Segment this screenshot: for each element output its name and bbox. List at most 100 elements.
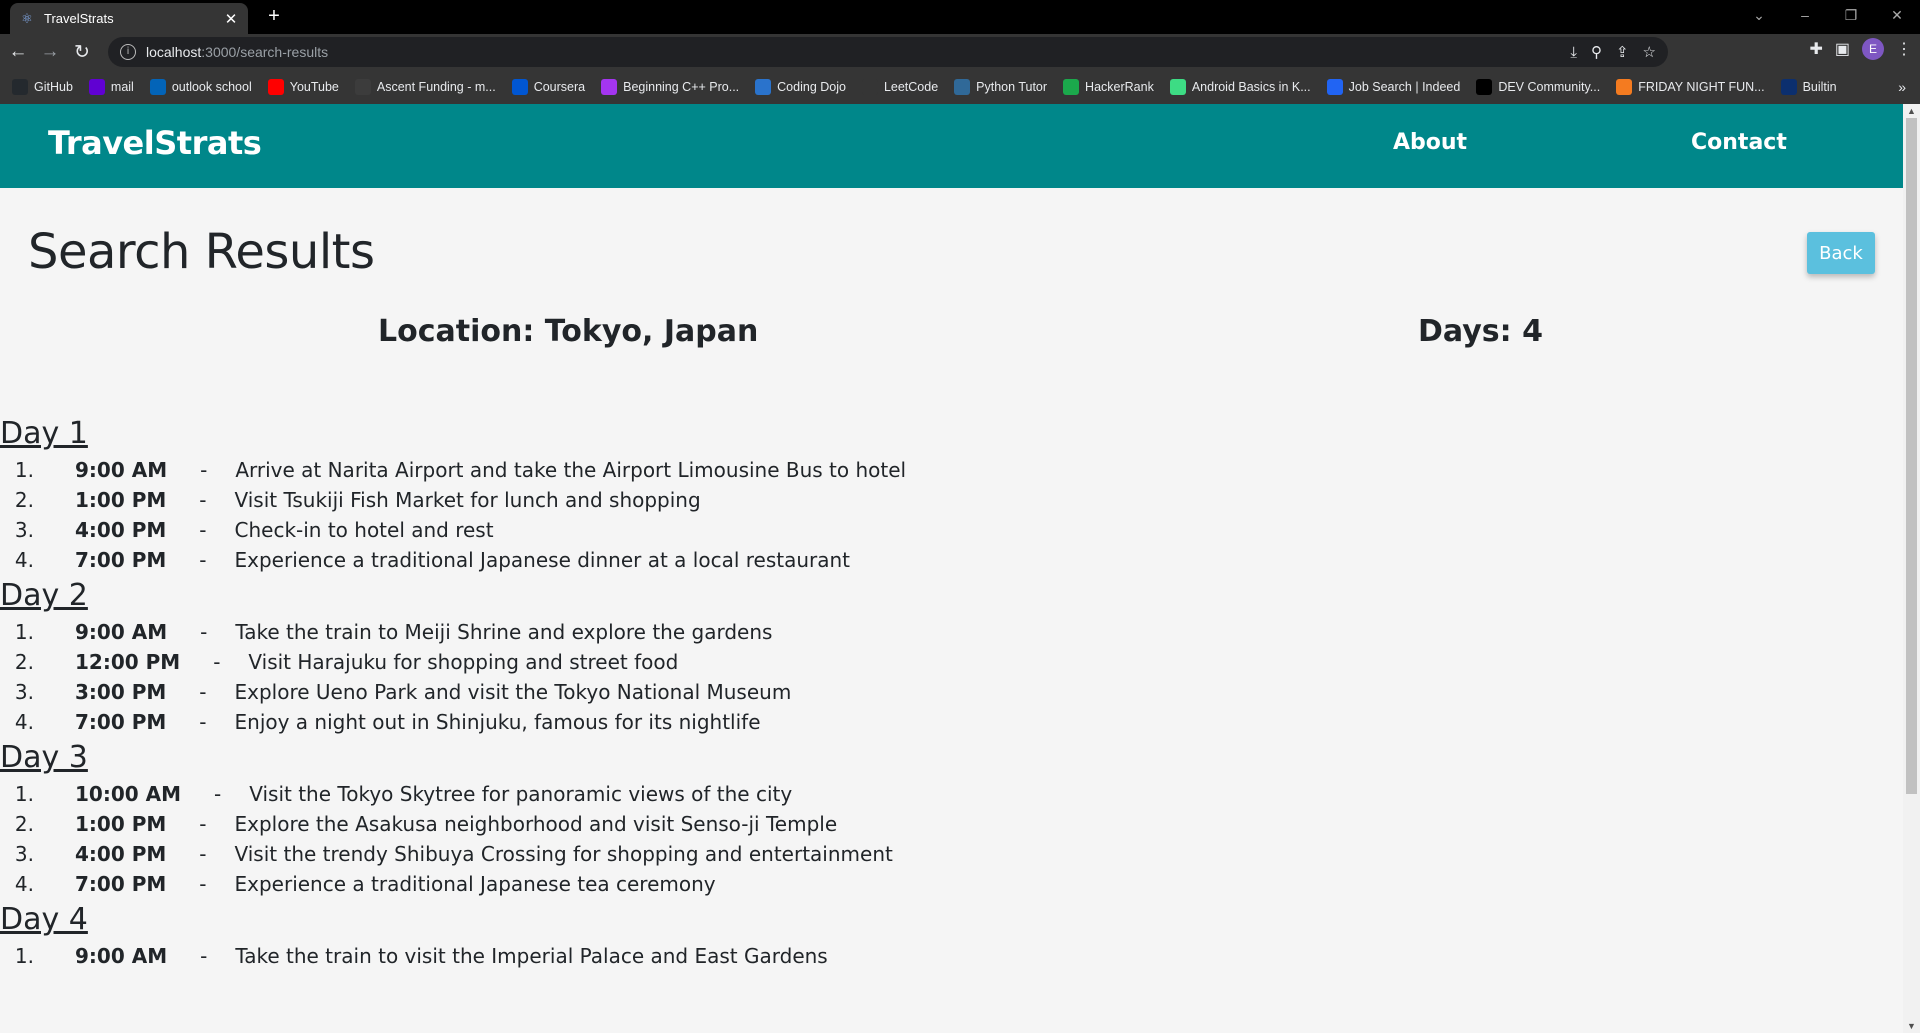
item-separator: - bbox=[199, 680, 207, 704]
itinerary-item: 4. 7:00 PM - Experience a traditional Japan… bbox=[0, 869, 1880, 899]
item-number: 1. bbox=[14, 620, 34, 644]
item-description: Arrive at Narita Airport and take the Ai… bbox=[235, 458, 907, 482]
bookmark-item[interactable]: Builtin bbox=[1780, 79, 1837, 95]
url-path: :3000/search-results bbox=[201, 44, 329, 60]
browser-tab-bar: ⚛ TravelStrats ✕ + ⌄ – ❐ ✕ bbox=[0, 0, 1920, 34]
reload-icon[interactable]: ↻ bbox=[68, 38, 96, 66]
tab-close-icon[interactable]: ✕ bbox=[222, 10, 240, 28]
bookmark-item[interactable]: Job Search | Indeed bbox=[1326, 79, 1460, 95]
bookmark-item[interactable]: Ascent Funding - m... bbox=[354, 79, 496, 95]
tab-search-icon[interactable]: ⌄ bbox=[1736, 0, 1782, 30]
location-label: Location: Tokyo, Japan bbox=[378, 314, 759, 349]
bookmark-favicon-icon bbox=[511, 79, 528, 95]
bookmark-favicon-icon bbox=[88, 79, 105, 95]
item-description: Experience a traditional Japanese tea ce… bbox=[234, 872, 716, 896]
scrollbar-thumb[interactable] bbox=[1906, 118, 1917, 794]
share-icon[interactable]: ⇪ bbox=[1616, 43, 1629, 61]
bookmark-label: FRIDAY NIGHT FUN... bbox=[1638, 80, 1765, 94]
scroll-down-icon[interactable]: ▼ bbox=[1907, 1021, 1916, 1031]
bookmark-star-icon[interactable]: ☆ bbox=[1643, 43, 1656, 61]
item-separator: - bbox=[199, 872, 207, 896]
item-number: 1. bbox=[14, 782, 34, 806]
menu-icon[interactable]: ⋮ bbox=[1896, 39, 1912, 59]
zoom-icon[interactable]: ⚲ bbox=[1591, 43, 1602, 61]
item-time: 10:00 AM bbox=[75, 782, 182, 806]
address-bar[interactable]: i localhost:3000/search-results ⤓ ⚲ ⇪ ☆ bbox=[108, 37, 1668, 67]
itinerary-item: 1. 9:00 AM - Arrive at Narita Airport and t… bbox=[0, 455, 1880, 485]
bookmark-item[interactable]: Coding Dojo bbox=[755, 79, 846, 95]
toolbar-right: ✚ ▣ E ⋮ bbox=[1809, 38, 1912, 60]
itinerary-item: 1. 10:00 AM - Visit the Tokyo Skytree for p… bbox=[0, 779, 1880, 809]
bookmark-item[interactable]: outlook school bbox=[149, 79, 252, 95]
avatar[interactable]: E bbox=[1862, 38, 1884, 60]
bookmark-item[interactable]: HackerRank bbox=[1063, 79, 1154, 95]
install-icon[interactable]: ⤓ bbox=[1570, 44, 1577, 61]
bookmark-label: outlook school bbox=[171, 80, 252, 94]
item-separator: - bbox=[199, 488, 207, 512]
browser-tab[interactable]: ⚛ TravelStrats ✕ bbox=[10, 3, 248, 34]
brand-logo[interactable]: TravelStrats bbox=[48, 124, 262, 162]
bookmark-label: YouTube bbox=[289, 80, 339, 94]
item-time: 9:00 AM bbox=[75, 944, 168, 968]
back-arrow-icon[interactable]: ← bbox=[4, 38, 32, 66]
browser-toolbar: ← → ↻ i localhost:3000/search-results ⤓ … bbox=[0, 34, 1920, 70]
item-number: 2. bbox=[14, 650, 34, 674]
item-number: 3. bbox=[14, 680, 34, 704]
day-title: Day 4 bbox=[0, 902, 88, 937]
itinerary-item: 4. 7:00 PM - Enjoy a night out in Shinjuku,… bbox=[0, 707, 1880, 737]
item-separator: - bbox=[199, 710, 207, 734]
window-close-icon[interactable]: ✕ bbox=[1874, 0, 1920, 30]
bookmark-item[interactable]: Beginning C++ Pro... bbox=[601, 79, 739, 95]
item-number: 2. bbox=[14, 488, 34, 512]
bookmark-item[interactable]: FRIDAY NIGHT FUN... bbox=[1616, 79, 1765, 95]
item-time: 7:00 PM bbox=[75, 710, 167, 734]
bookmark-item[interactable]: LeetCode bbox=[861, 79, 938, 95]
bookmark-favicon-icon bbox=[354, 79, 371, 95]
bookmark-item[interactable]: mail bbox=[88, 79, 134, 95]
item-time: 12:00 PM bbox=[75, 650, 181, 674]
new-tab-icon[interactable]: + bbox=[262, 5, 286, 28]
scroll-up-icon[interactable]: ▲ bbox=[1907, 106, 1916, 116]
day-section: Day 2 1. 9:00 AM - Take the train to Meiji S… bbox=[0, 575, 1880, 737]
bookmark-favicon-icon bbox=[1326, 79, 1343, 95]
bookmark-label: GitHub bbox=[34, 80, 73, 94]
side-panel-icon[interactable]: ▣ bbox=[1835, 39, 1850, 59]
item-time: 4:00 PM bbox=[75, 518, 167, 542]
itinerary-item: 1. 9:00 AM - Take the train to Meiji Shrine… bbox=[0, 617, 1880, 647]
item-number: 2. bbox=[14, 812, 34, 836]
nav-contact-link[interactable]: Contact bbox=[1691, 130, 1787, 155]
bookmark-label: Coursera bbox=[533, 80, 586, 94]
day-title: Day 2 bbox=[0, 578, 88, 613]
nav-about-link[interactable]: About bbox=[1393, 130, 1467, 155]
bookmark-label: Python Tutor bbox=[976, 80, 1048, 94]
item-number: 1. bbox=[14, 944, 34, 968]
bookmark-label: Builtin bbox=[1802, 80, 1837, 94]
itinerary-item: 1. 9:00 AM - Take the train to visit the Im… bbox=[0, 941, 1880, 971]
page-scrollbar[interactable]: ▲ ▼ bbox=[1903, 104, 1920, 1033]
extensions-icon[interactable]: ✚ bbox=[1809, 39, 1822, 59]
minimize-icon[interactable]: – bbox=[1782, 0, 1828, 30]
bookmark-favicon-icon bbox=[954, 79, 971, 95]
back-button[interactable]: Back bbox=[1807, 232, 1875, 274]
bookmark-item[interactable]: YouTube bbox=[267, 79, 339, 95]
bookmark-item[interactable]: Python Tutor bbox=[954, 79, 1047, 95]
more-bookmarks-icon[interactable]: » bbox=[1898, 79, 1906, 95]
item-description: Visit Tsukiji Fish Market for lunch and … bbox=[234, 488, 701, 512]
site-navbar: TravelStrats About Contact bbox=[0, 104, 1903, 188]
item-separator: - bbox=[214, 782, 222, 806]
site-info-icon[interactable]: i bbox=[120, 44, 136, 60]
forward-arrow-icon[interactable]: → bbox=[36, 38, 64, 66]
itinerary-item: 3. 4:00 PM - Check-in to hotel and rest bbox=[0, 515, 1880, 545]
item-time: 3:00 PM bbox=[75, 680, 167, 704]
restore-icon[interactable]: ❐ bbox=[1828, 0, 1874, 30]
item-description: Explore the Asakusa neighborhood and vis… bbox=[234, 812, 838, 836]
bookmark-item[interactable]: DEV Community... bbox=[1476, 79, 1600, 95]
day-section: Day 3 1. 10:00 AM - Visit the Tokyo Skytree … bbox=[0, 737, 1880, 899]
bookmark-label: DEV Community... bbox=[1498, 80, 1601, 94]
item-description: Experience a traditional Japanese dinner… bbox=[234, 548, 851, 572]
bookmark-item[interactable]: Coursera bbox=[511, 79, 586, 95]
bookmark-item[interactable]: Android Basics in K... bbox=[1169, 79, 1311, 95]
item-time: 9:00 AM bbox=[75, 620, 168, 644]
bookmark-item[interactable]: GitHub bbox=[12, 79, 73, 95]
item-time: 4:00 PM bbox=[75, 842, 167, 866]
